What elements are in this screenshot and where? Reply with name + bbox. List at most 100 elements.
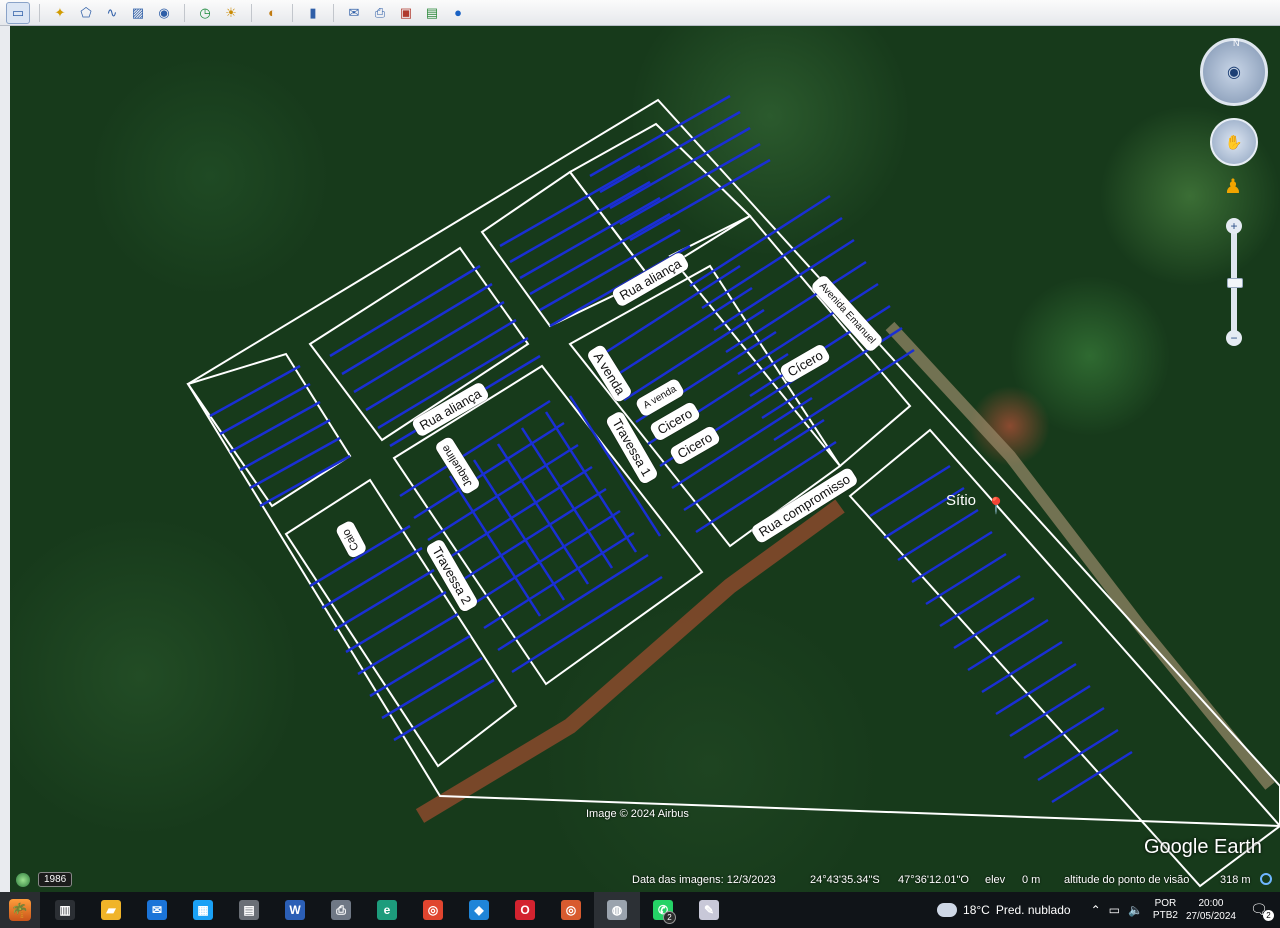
chrome-profile-icon: ◎	[561, 900, 581, 920]
edge-taskbar-button[interactable]: e	[364, 892, 410, 928]
compass-look-control[interactable]: N ◉	[1200, 38, 1268, 106]
taskbar-apps: ▥ ▰ ✉ ▦ ▤ W ⎙ e ◎ ◆ O ◎ ◍ ✆ 2 ✎	[42, 892, 732, 928]
notification-icon[interactable]: 🗨 2	[1250, 901, 1274, 921]
email-icon[interactable]: ✉	[343, 3, 365, 23]
chrome-icon: ◎	[423, 900, 443, 920]
file-explorer-taskbar-button[interactable]: ▰	[88, 892, 134, 928]
chrome-taskbar-button[interactable]: ◎	[410, 892, 456, 928]
historical-imagery-icon[interactable]: ◷	[194, 3, 216, 23]
print-icon[interactable]: ⎙	[369, 3, 391, 23]
lot-line	[939, 574, 1021, 628]
lot-line	[925, 552, 1007, 606]
lot-line	[321, 546, 423, 610]
ruler-icon[interactable]: ▮	[302, 3, 324, 23]
lot-line	[345, 590, 447, 654]
add-polygon-icon[interactable]: ⬠	[75, 3, 97, 23]
view-in-maps-icon[interactable]: ▤	[421, 3, 443, 23]
record-tour-icon[interactable]: ◉	[153, 3, 175, 23]
word-icon: W	[285, 900, 305, 920]
word-taskbar-button[interactable]: W	[272, 892, 318, 928]
eye-altitude-label: altitude do ponto de visão	[1064, 874, 1190, 886]
lot-line	[393, 678, 495, 742]
hand-icon: ✋	[1225, 133, 1243, 150]
add-image-overlay-icon[interactable]: ▨	[127, 3, 149, 23]
lot-line	[1009, 684, 1091, 738]
lot-line	[341, 282, 493, 376]
calculator-taskbar-button[interactable]: ▤	[226, 892, 272, 928]
lot-line	[249, 436, 341, 490]
north-indicator: N	[1233, 38, 1240, 48]
globe-icon[interactable]	[16, 873, 30, 887]
clock-time: 20:00	[1198, 898, 1224, 909]
street-view-pegman-icon[interactable]: ♟	[1224, 174, 1242, 199]
system-tray: 18°C Pred. nublado ⌃ ▭ 🔈 POR PTB2 20:00 …	[933, 892, 1280, 928]
weather-widget[interactable]: 18°C Pred. nublado	[933, 898, 1071, 917]
earth-icon[interactable]: ●	[447, 3, 469, 23]
zoom-knob[interactable]	[1227, 278, 1243, 288]
lot-line	[599, 110, 741, 194]
clock-date: 27/05/2024	[1185, 911, 1236, 922]
task-view-taskbar-button[interactable]: ▥	[42, 892, 88, 928]
store-taskbar-button[interactable]: ▦	[180, 892, 226, 928]
eye-altitude-value: 318 m	[1220, 874, 1251, 886]
elevation-value: 0 m	[1022, 874, 1041, 886]
lot-line	[611, 286, 753, 380]
network-icon[interactable]: ▭	[1109, 903, 1120, 917]
clock[interactable]: 20:00 27/05/2024	[1186, 897, 1236, 923]
google-earth-logo: Google Earth	[1144, 836, 1262, 858]
toolbar-separator	[251, 3, 252, 22]
add-placemark-icon[interactable]: ✦	[49, 3, 71, 23]
lot-line	[483, 531, 635, 630]
lot-line	[455, 487, 607, 586]
add-path-icon[interactable]: ∿	[101, 3, 123, 23]
save-image-icon[interactable]: ▣	[395, 3, 417, 23]
chevron-up-icon[interactable]: ⌃	[1091, 903, 1101, 917]
toolbar-separator	[292, 3, 293, 22]
move-control[interactable]: ✋	[1210, 118, 1258, 166]
printer-taskbar-button[interactable]: ⎙	[318, 892, 364, 928]
imagery-date: Data das imagens: 12/3/2023	[632, 874, 776, 886]
paint-taskbar-button[interactable]: ✎	[686, 892, 732, 928]
tray-icons: ⌃ ▭ 🔈	[1091, 903, 1143, 917]
lot-line	[897, 508, 979, 562]
file-explorer-icon: ▰	[101, 900, 121, 920]
latitude: 24°43'35.34"S	[810, 874, 880, 886]
map-view[interactable]: Rua aliança Rua aliança Avenida Emanuel …	[10, 26, 1280, 892]
lot-line	[967, 618, 1049, 672]
mail-taskbar-button[interactable]: ✉	[134, 892, 180, 928]
placemark-label[interactable]: Sítio	[946, 492, 976, 509]
imagery-credit: Image © 2024 Airbus	[586, 808, 689, 820]
paint-icon: ✎	[699, 900, 719, 920]
vscode-taskbar-button[interactable]: ◆	[456, 892, 502, 928]
historical-year-badge[interactable]: 1986	[38, 872, 73, 887]
whatsapp-taskbar-button[interactable]: ✆ 2	[640, 892, 686, 928]
language-indicator[interactable]: POR PTB2	[1153, 898, 1178, 922]
eye-icon: ◉	[1227, 64, 1241, 81]
sunlight-icon[interactable]: ☀	[220, 3, 242, 23]
start-button[interactable]: 🌴	[0, 892, 40, 928]
opera-taskbar-button[interactable]: O	[502, 892, 548, 928]
highway	[885, 321, 1275, 790]
lot-line	[869, 464, 951, 518]
chrome-profile-taskbar-button[interactable]: ◎	[548, 892, 594, 928]
sidebar-toggle-icon[interactable]: ▭	[6, 1, 30, 24]
lot-line	[497, 553, 649, 652]
planets-icon[interactable]: ◐	[261, 3, 283, 23]
pushpin-icon[interactable]: 📍	[986, 496, 1006, 516]
zoom-out-button[interactable]: −	[1226, 330, 1242, 346]
navigation-controls: N ◉ ✋ ♟ + −	[1194, 32, 1274, 352]
lot-line	[369, 634, 471, 698]
google-earth-taskbar-button[interactable]: ◍	[594, 892, 640, 928]
printer-icon: ⎙	[331, 900, 351, 920]
zoom-slider[interactable]: + −	[1226, 218, 1243, 346]
toolbar-separator	[184, 3, 185, 22]
lot-line	[1023, 706, 1105, 760]
palm-tree-icon: 🌴	[9, 899, 31, 921]
speaker-icon[interactable]: 🔈	[1128, 903, 1143, 917]
lot-line	[357, 612, 459, 676]
keyboard-layout: PTB2	[1152, 910, 1178, 921]
dirt-road	[415, 499, 845, 823]
zoom-in-button[interactable]: +	[1226, 218, 1242, 234]
task-view-icon: ▥	[55, 900, 75, 920]
mail-icon: ✉	[147, 900, 167, 920]
